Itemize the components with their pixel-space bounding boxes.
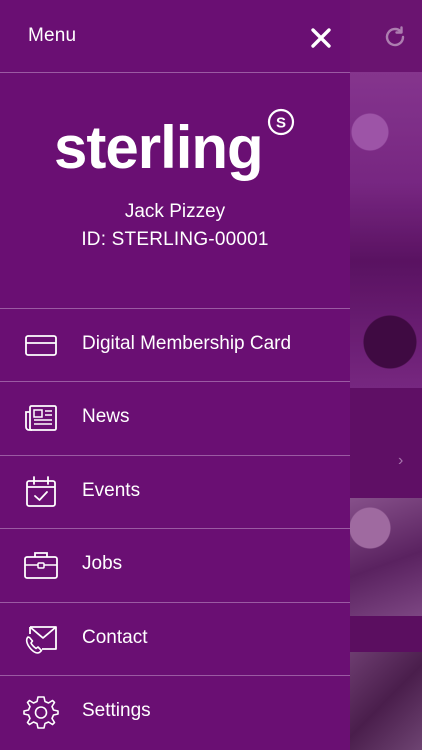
user-name: Jack Pizzey bbox=[124, 201, 226, 222]
logo-text: sterling bbox=[54, 114, 264, 181]
gear-icon bbox=[22, 694, 60, 730]
menu-item-label: Events bbox=[82, 480, 141, 501]
menu-title: Menu bbox=[28, 25, 77, 46]
background-section bbox=[350, 388, 422, 498]
refresh-icon[interactable] bbox=[382, 24, 408, 50]
sterling-logo: sterling S bbox=[54, 108, 295, 184]
close-button[interactable] bbox=[305, 22, 337, 54]
background-photo bbox=[350, 72, 422, 388]
menu-item-label: Settings bbox=[82, 700, 151, 721]
logo-mark-icon: S bbox=[267, 108, 295, 136]
user-id: ID: STERLING-00001 bbox=[81, 229, 269, 250]
background-section bbox=[350, 616, 422, 652]
menu-item-contact[interactable]: Contact bbox=[0, 603, 350, 675]
menu-item-news[interactable]: News bbox=[0, 382, 350, 454]
card-icon bbox=[22, 327, 60, 363]
drawer-header: Menu bbox=[0, 0, 350, 72]
background-photo bbox=[350, 498, 422, 616]
newspaper-icon bbox=[22, 400, 60, 436]
divider bbox=[0, 72, 350, 73]
menu-item-digital-membership-card[interactable]: Digital Membership Card bbox=[0, 309, 350, 381]
briefcase-icon bbox=[22, 547, 60, 583]
calendar-check-icon bbox=[22, 474, 60, 510]
menu-item-settings[interactable]: Settings bbox=[0, 676, 350, 748]
envelope-phone-icon bbox=[22, 621, 60, 657]
menu-item-label: News bbox=[82, 406, 130, 427]
chevron-right-icon: › bbox=[398, 452, 404, 469]
background-photo bbox=[350, 652, 422, 750]
logo-mark-letter: S bbox=[276, 115, 286, 132]
menu-item-events[interactable]: Events bbox=[0, 456, 350, 528]
menu-item-label: Contact bbox=[82, 627, 148, 648]
menu-item-label: Jobs bbox=[82, 553, 123, 574]
menu-item-jobs[interactable]: Jobs bbox=[0, 529, 350, 601]
menu-item-label: Digital Membership Card bbox=[82, 333, 292, 354]
side-menu-drawer: Menu sterling S Jack Pizzey ID: STERLING… bbox=[0, 0, 350, 750]
close-icon bbox=[311, 28, 331, 48]
